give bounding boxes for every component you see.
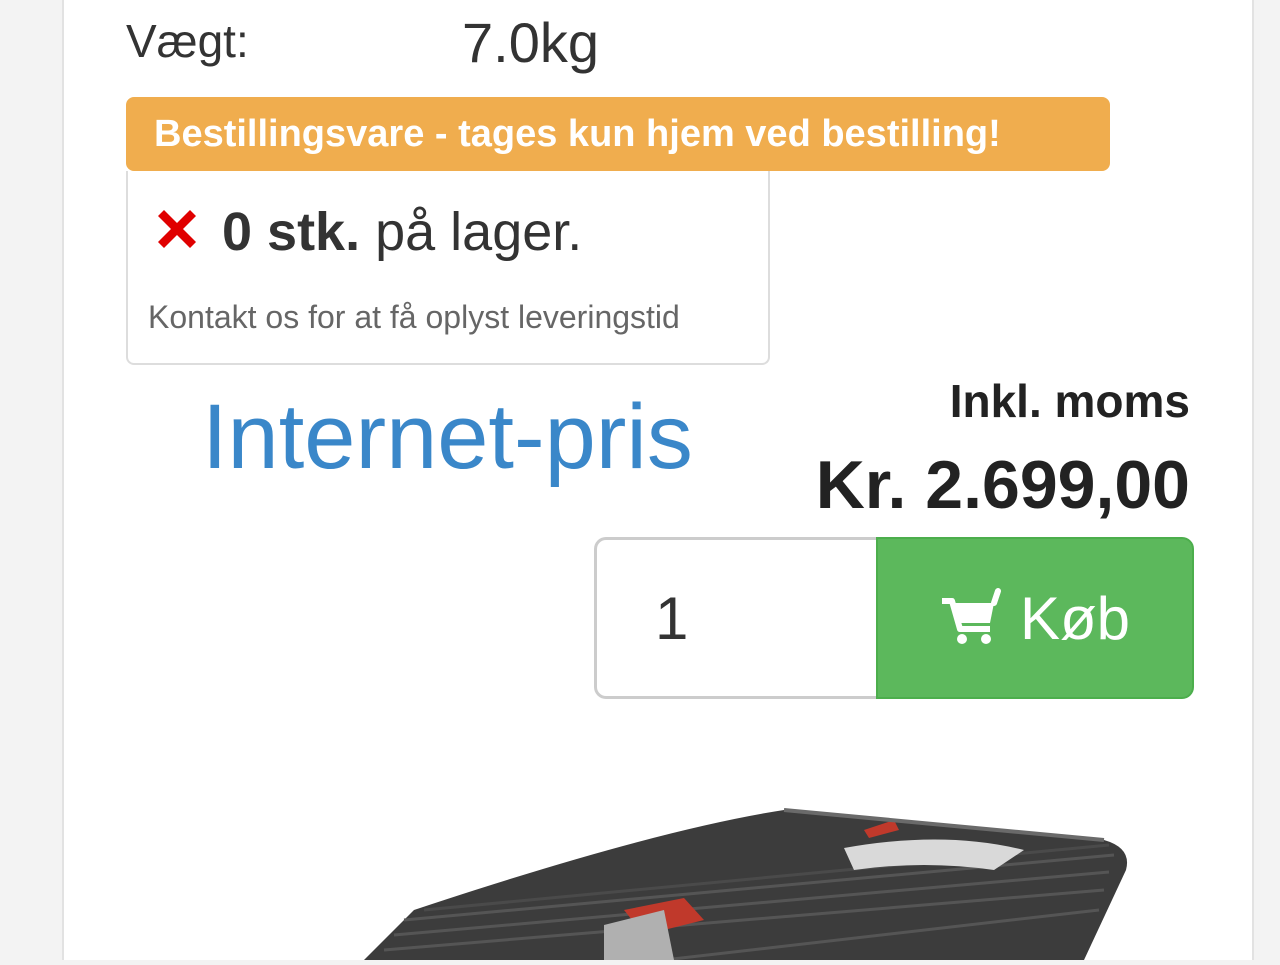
buy-button[interactable]: Køb (876, 537, 1194, 699)
stock-status-line: 0 stk. på lager. (152, 201, 582, 263)
delivery-time-hint: Kontakt os for at få oplyst leveringstid (148, 299, 680, 335)
price-value: Kr. 2.699,00 (815, 447, 1190, 523)
stock-suffix: på lager. (360, 202, 583, 262)
weight-label: Vægt: (126, 15, 249, 67)
buy-button-label: Køb (1019, 584, 1131, 652)
weight-value: 7.0kg (462, 11, 599, 74)
out-of-stock-x-icon (152, 204, 202, 254)
stock-count: 0 stk. (222, 202, 361, 262)
stock-status-box: 0 stk. på lager. Kontakt os for at få op… (126, 171, 770, 365)
quantity-input[interactable] (594, 537, 878, 699)
product-image (64, 760, 1252, 962)
vat-label: Inkl. moms (949, 375, 1190, 427)
order-item-banner: Bestillingsvare - tages kun hjem ved bes… (126, 97, 1110, 171)
internet-price-label: Internet-pris (202, 386, 693, 488)
product-page: Vægt: 7.0kg Bestillingsvare - tages kun … (62, 0, 1254, 962)
cart-icon (940, 587, 1002, 649)
